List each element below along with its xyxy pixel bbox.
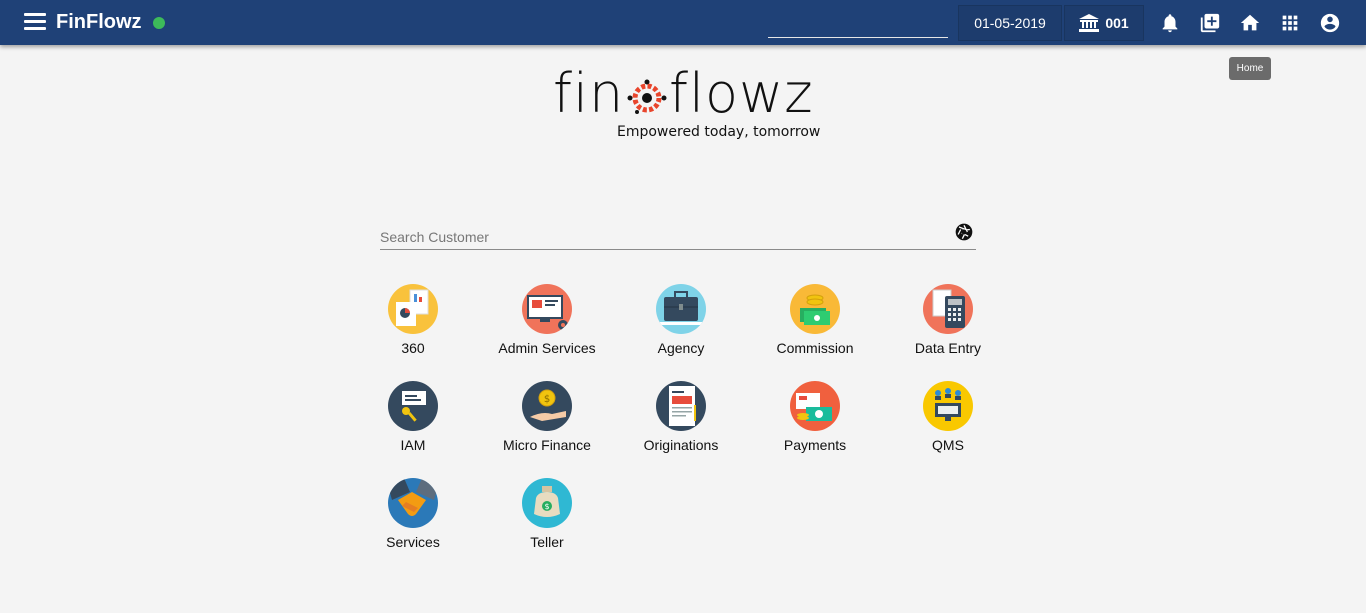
module-label: Agency [657, 340, 705, 356]
bell-icon[interactable] [1159, 12, 1181, 34]
module-admin-services[interactable]: Admin Services [492, 284, 602, 364]
queue-people-icon [923, 381, 973, 431]
money-coins-icon [790, 284, 840, 334]
logo-text-flowz: flowz [669, 62, 814, 125]
logo-text-fin: fin [553, 62, 625, 125]
calculator-document-icon [923, 284, 973, 334]
app-title: FinFlowz [56, 11, 142, 33]
customer-search-input[interactable] [380, 222, 940, 248]
module-360[interactable]: 360 [358, 284, 468, 364]
home-icon[interactable] [1239, 12, 1261, 34]
top-bar: FinFlowz 01-05-2019 001 [0, 0, 1366, 45]
module-qms[interactable]: QMS [893, 381, 1003, 461]
module-originations[interactable]: Originations [626, 381, 736, 461]
gear-logo-icon [627, 79, 667, 114]
logo-tagline: Empowered today, tomorrow [617, 124, 821, 140]
online-status-indicator [153, 17, 165, 29]
handshake-icon [388, 478, 438, 528]
module-payments[interactable]: Payments [760, 381, 870, 461]
svg-text:$: $ [544, 394, 550, 405]
module-label: Admin Services [498, 340, 596, 356]
module-label: Data Entry [914, 340, 982, 356]
chart-report-icon [388, 284, 438, 334]
document-form-icon [656, 381, 706, 431]
module-iam[interactable]: IAM [358, 381, 468, 461]
module-label: Teller [530, 534, 564, 550]
business-date-label: 01-05-2019 [974, 15, 1046, 31]
module-label: Originations [643, 437, 719, 453]
module-label: Payments [783, 437, 847, 453]
bank-icon [1079, 14, 1100, 32]
camera-shutter-icon[interactable] [954, 222, 974, 242]
module-data-entry[interactable]: Data Entry [893, 284, 1003, 364]
money-bag-icon: $ [522, 478, 572, 528]
home-tooltip: Home [1229, 57, 1271, 80]
menu-icon[interactable] [24, 13, 46, 33]
branch-button[interactable]: 001 [1064, 5, 1144, 41]
coin-hand-icon: $ [522, 381, 572, 431]
module-label: QMS [932, 437, 964, 453]
add-box-icon[interactable] [1199, 12, 1221, 34]
module-label: Micro Finance [503, 437, 591, 453]
module-services[interactable]: Services [358, 478, 468, 558]
finflowz-logo: fin flowz Empowered today, tomorrow [553, 62, 820, 144]
module-label: Commission [776, 340, 854, 356]
customer-search-field [380, 222, 976, 250]
business-date-button[interactable]: 01-05-2019 [958, 5, 1062, 41]
module-label: IAM [400, 437, 426, 453]
key-card-icon [388, 381, 438, 431]
module-label: 360 [401, 340, 425, 356]
module-label: Services [386, 534, 440, 550]
global-search-input[interactable] [768, 14, 948, 38]
admin-monitor-icon [522, 284, 572, 334]
apps-grid-icon[interactable] [1279, 12, 1301, 34]
module-agency[interactable]: Agency [626, 284, 736, 364]
module-commission[interactable]: Commission [760, 284, 870, 364]
svg-text:$: $ [544, 502, 549, 511]
payment-cash-icon [790, 381, 840, 431]
account-circle-icon[interactable] [1319, 12, 1341, 34]
module-teller[interactable]: $ Teller [492, 478, 602, 558]
briefcase-icon [656, 284, 706, 334]
module-micro-finance[interactable]: $ Micro Finance [492, 381, 602, 461]
branch-code-label: 001 [1105, 15, 1129, 31]
